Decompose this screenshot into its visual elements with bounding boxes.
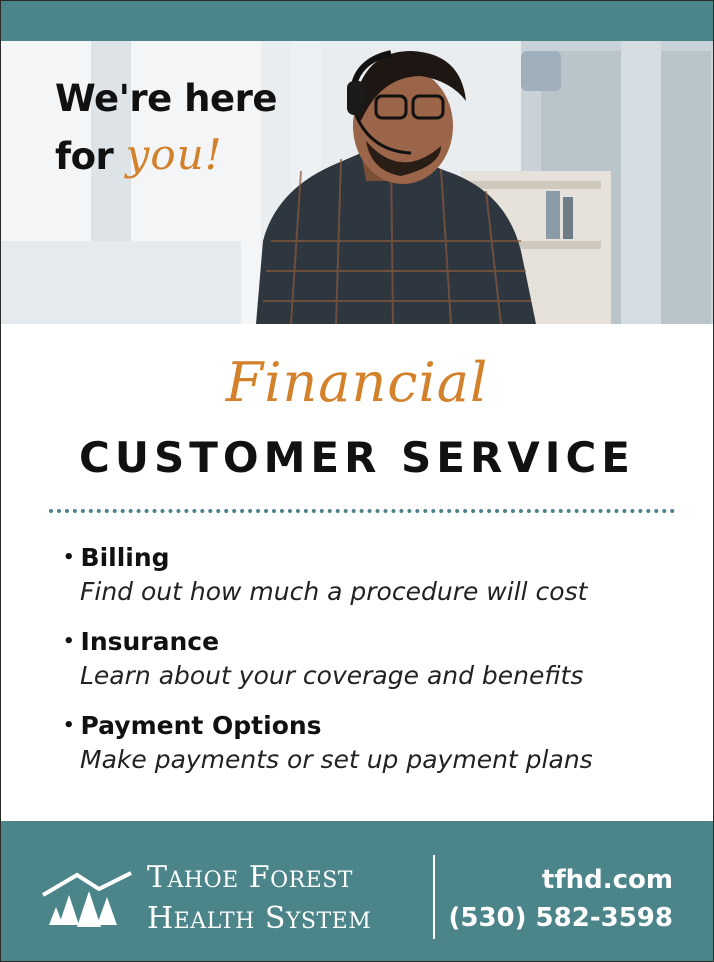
bullet: • — [63, 547, 75, 568]
organization-name-line-1: TAHOE FOREST — [147, 860, 353, 895]
service-description: Learn about your coverage and benefits — [80, 661, 584, 690]
headline: We're here for you! — [55, 71, 277, 185]
script-title: Financial — [225, 351, 489, 414]
service-description: Make payments or set up payment plans — [80, 745, 593, 774]
service-title: Billing — [80, 543, 170, 572]
service-item-billing: • Billing Find out how much a procedure w… — [63, 541, 683, 609]
contact-info: tfhd.com (530) 582-3598 — [448, 861, 673, 937]
bullet: • — [63, 631, 75, 652]
headline-you: you! — [125, 130, 223, 179]
top-banner — [1, 1, 713, 41]
organization-name: TAHOE FOREST HEALTH SYSTEM — [147, 859, 371, 941]
footer-bar: TAHOE FOREST HEALTH SYSTEM tfhd.com (530… — [1, 821, 713, 961]
main-title: CUSTOMER SERVICE — [79, 433, 635, 482]
footer-divider — [433, 855, 435, 939]
headline-line-1: We're here — [55, 77, 277, 120]
service-item-insurance: • Insurance Learn about your coverage and… — [63, 625, 683, 693]
organization-name-line-2: HEALTH SYSTEM — [147, 901, 372, 936]
service-description: Find out how much a procedure will cost — [80, 577, 588, 606]
service-item-payment-options: • Payment Options Make payments or set up… — [63, 709, 683, 777]
headline-line-2: for you! — [55, 127, 277, 185]
mountain-trees-icon — [41, 865, 133, 933]
phone-number[interactable]: (530) 582-3598 — [448, 899, 673, 937]
headline-for: for — [55, 135, 114, 178]
service-title: Insurance — [80, 627, 220, 656]
dotted-divider — [49, 509, 675, 513]
service-title: Payment Options — [80, 711, 322, 740]
bullet: • — [63, 715, 75, 736]
website-link[interactable]: tfhd.com — [448, 861, 673, 899]
flyer: We're here for you! Financial CUSTOMER S… — [0, 0, 714, 962]
service-list: • Billing Find out how much a procedure w… — [63, 541, 683, 793]
